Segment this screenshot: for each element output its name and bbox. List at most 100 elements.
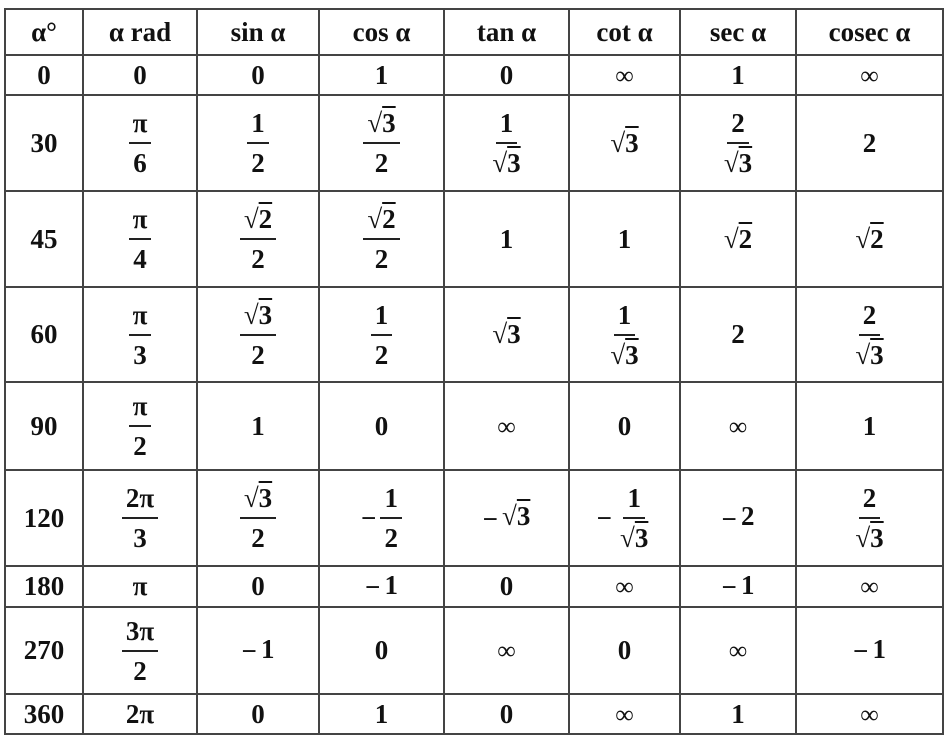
cell-value: 180 (23, 571, 65, 601)
cell-value: 0 (499, 698, 514, 729)
table-cell: 2 (679, 286, 797, 383)
sqrt-icon: √ (502, 501, 517, 532)
fraction: π2 (128, 389, 152, 463)
table-cell: 0 (318, 381, 445, 471)
table-cell: 2π (82, 693, 198, 735)
numerator: √3 (239, 481, 277, 519)
table-cell: 0 (318, 606, 445, 695)
table-cell: 270 (4, 606, 84, 695)
table-row: 0 0 0 1 0 ∞ 1 ∞ (4, 54, 944, 96)
numerator: 2 (858, 481, 881, 519)
table-cell: 1 (443, 190, 570, 288)
cell-value: ∞ (615, 699, 634, 729)
table-cell: √2 2 (196, 190, 320, 288)
denominator: 2 (384, 523, 398, 553)
denominator: 2 (374, 244, 389, 274)
table-cell: √3 (568, 94, 681, 192)
table-cell: 45 (4, 190, 84, 288)
table-cell: 0 (196, 693, 320, 735)
table-cell: π6 (82, 94, 198, 192)
table-cell: 30 (4, 94, 84, 192)
fraction: π4 (128, 202, 152, 276)
numerator: 2 (858, 298, 881, 336)
denominator: 2 (133, 431, 147, 461)
numerator: π (128, 106, 152, 144)
cell-value: ∞ (860, 572, 879, 601)
table-cell: ∞ (679, 381, 797, 471)
cell-value: 1 (617, 223, 632, 254)
minus-sign: − (596, 502, 613, 533)
column-header: tan α (443, 8, 570, 56)
numerator: 1 (247, 106, 269, 144)
denominator: 2 (251, 339, 265, 370)
table-cell: 1 (318, 54, 445, 96)
cell-value: √2 (723, 223, 753, 254)
cell-value: 90 (30, 410, 58, 441)
denominator: √3 (855, 523, 884, 553)
cell-value: 1 (499, 223, 514, 254)
denominator: 3 (133, 339, 147, 370)
sqrt-icon: √ (620, 523, 635, 553)
table-cell: 1 (679, 54, 797, 96)
table-cell: 1 √3 (443, 94, 570, 192)
cell-value: π (132, 571, 148, 601)
cell-value: 0 (37, 59, 51, 90)
table-cell: 0 (196, 565, 320, 608)
table-row: 90 π 2 1 0 ∞ 0 ∞ 1 (4, 381, 944, 471)
table-cell: ∞ (795, 693, 944, 735)
minus-sign: − (721, 503, 737, 534)
table-cell: ∞ (568, 54, 681, 96)
table-row: 180 π 0−1 0 ∞ −1 ∞ (4, 565, 944, 608)
cell-value: 0 (374, 410, 389, 441)
column-header: cosec α (795, 8, 944, 56)
table-cell: π2 (82, 381, 198, 471)
cell-value: 0 (251, 571, 265, 601)
fraction: 3π 2 (121, 614, 159, 688)
sqrt-icon: √ (367, 204, 383, 234)
minus-sign: − (241, 636, 257, 667)
table-cell: 12 (196, 94, 320, 192)
denominator: 6 (133, 148, 147, 178)
sqrt-icon: √ (855, 223, 871, 254)
numerator: √3 (363, 106, 400, 144)
numerator: 1 (495, 106, 518, 144)
cell-value: 1 (384, 569, 398, 600)
cell-value: ∞ (497, 636, 516, 665)
cell-value: 0 (499, 571, 514, 601)
fraction: 12 (370, 298, 393, 372)
minus-sign: − (721, 572, 737, 603)
table-row: 30 π 6 1 2 √3 2 1 √3 √3 2 √3 2 (4, 94, 944, 192)
minus-sign: − (361, 502, 377, 533)
cell-value: ∞ (615, 572, 634, 601)
denominator: 2 (251, 244, 265, 274)
table-cell: −1 (679, 565, 797, 608)
table-cell: √3 2 (196, 469, 320, 567)
numerator: π (128, 389, 152, 427)
table-cell: −1 2 (318, 469, 445, 567)
table-row: 120 2π 3 √3 2−1 2− √3−1 √3−2 2 √3 (4, 469, 944, 567)
table-cell: √3 2 (196, 286, 320, 383)
cell-value: 0 (617, 635, 632, 665)
table-cell: ∞ (679, 606, 797, 695)
cell-value: 45 (30, 223, 58, 254)
cell-value: ∞ (860, 60, 879, 90)
cell-value: 1 (251, 410, 265, 441)
numerator: 1 (613, 298, 636, 336)
table-cell: √2 (679, 190, 797, 288)
cell-value: 2 (740, 501, 755, 532)
table-cell: 1 (679, 693, 797, 735)
cell-value: 1 (374, 59, 389, 90)
fraction: 1 √3 (488, 106, 524, 180)
column-header: cot α (568, 8, 681, 56)
table-cell: ∞ (795, 54, 944, 96)
table-cell: 2 (795, 94, 944, 192)
column-header: sin α (196, 8, 320, 56)
table-cell: 12 (318, 286, 445, 383)
cell-value: 1 (740, 569, 755, 600)
cell-value: 30 (30, 127, 58, 158)
cell-value: 360 (23, 698, 65, 729)
table-cell: 1 (318, 693, 445, 735)
column-header: α° (4, 8, 84, 56)
numerator: √2 (239, 202, 277, 240)
fraction: π6 (128, 106, 152, 180)
